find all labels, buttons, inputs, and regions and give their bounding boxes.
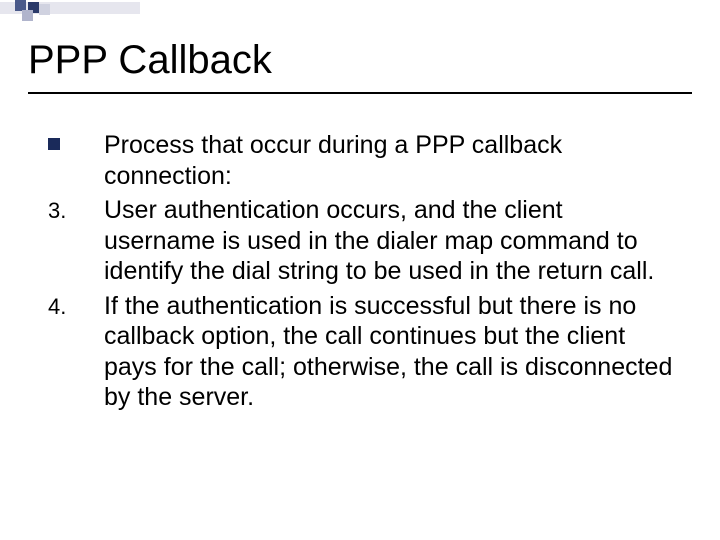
slide-body: Process that occur during a PPP callback… — [48, 130, 680, 417]
list-item: 4. If the authentication is successful b… — [48, 291, 680, 413]
list-item: Process that occur during a PPP callback… — [48, 130, 680, 191]
list-item-text: If the authentication is successful but … — [104, 291, 680, 413]
list-item: 3. User authentication occurs, and the c… — [48, 195, 680, 287]
title-underline — [28, 92, 692, 94]
slide-title: PPP Callback — [28, 38, 692, 82]
list-item-number: 3. — [48, 195, 104, 225]
list-item-number: 4. — [48, 291, 104, 321]
slide: PPP Callback Process that occur during a… — [0, 0, 720, 540]
list-item-text: User authentication occurs, and the clie… — [104, 195, 680, 287]
slide-corner-decoration — [0, 0, 140, 24]
bullet-square-icon — [48, 130, 104, 157]
list-item-text: Process that occur during a PPP callback… — [104, 130, 680, 191]
